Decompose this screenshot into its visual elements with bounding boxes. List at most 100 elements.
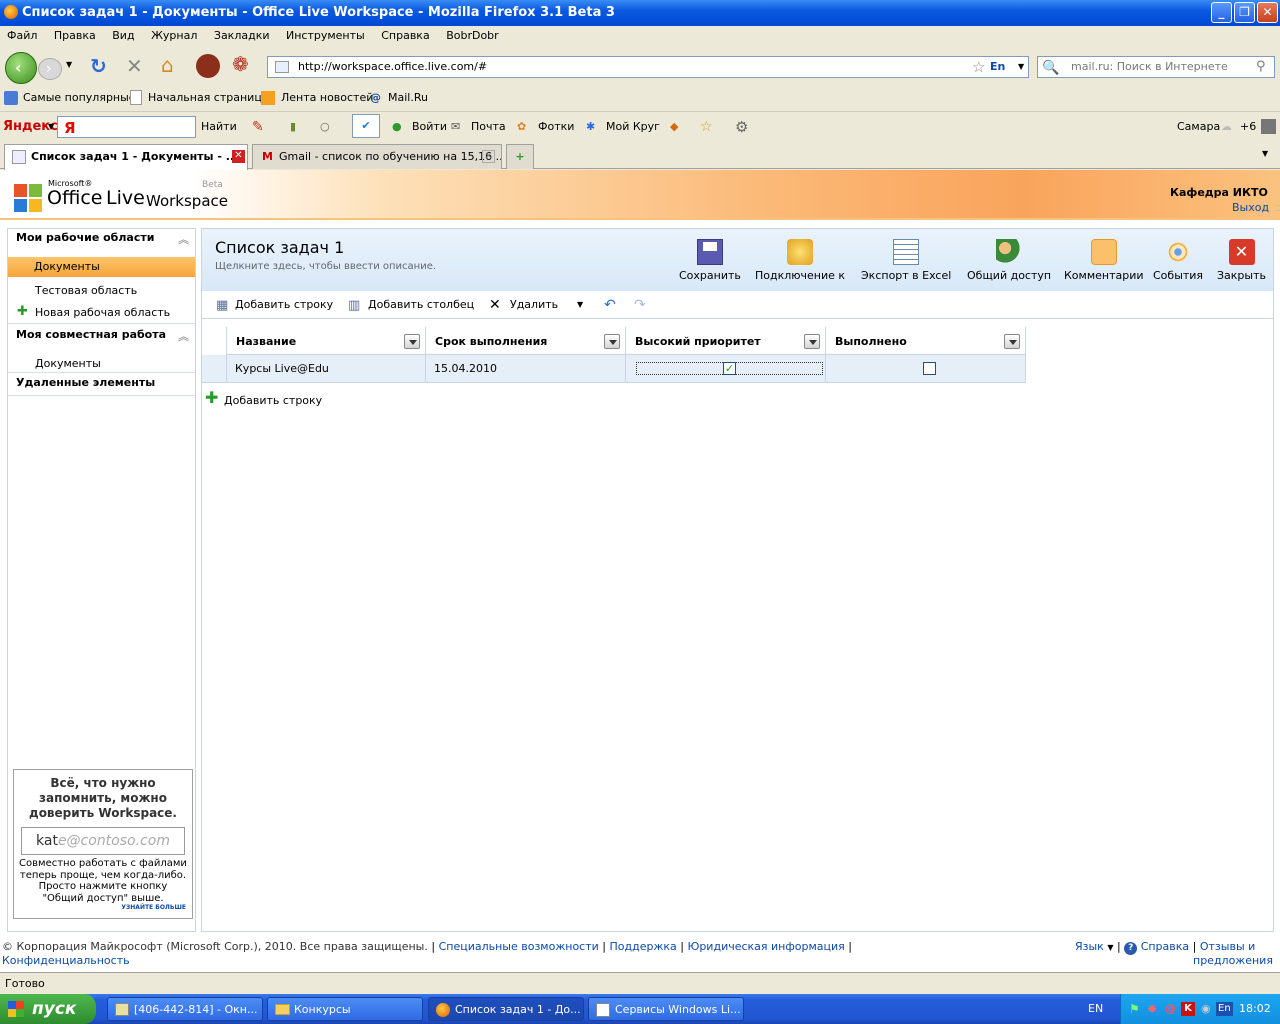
column-menu-icon[interactable] — [804, 334, 820, 349]
events-button[interactable]: События — [1153, 239, 1203, 282]
bookmark-most-visited[interactable]: Самые популярные — [23, 86, 136, 110]
tray-volume-icon[interactable]: ◉ — [1201, 994, 1211, 1024]
tray-network-icon[interactable]: ⚑ — [1129, 994, 1140, 1024]
toolbar-menu-icon[interactable] — [1261, 119, 1276, 134]
row-selector[interactable] — [202, 355, 226, 383]
cell-due-date[interactable]: 15.04.2010 — [426, 355, 626, 383]
close-window-button[interactable]: ✕ — [1257, 2, 1278, 23]
document-description[interactable]: Щелкните здесь, чтобы ввести описание. — [215, 261, 436, 272]
collapse-icon[interactable]: ︽ — [178, 328, 189, 344]
comments-button[interactable]: Комментарии — [1064, 239, 1144, 282]
spellcheck-icon[interactable]: ✔ — [352, 114, 380, 138]
taskbar-item-firefox[interactable]: Список задач 1 - До... — [428, 997, 584, 1021]
tray-mailru-icon[interactable]: @ — [1165, 994, 1176, 1024]
column-menu-icon[interactable] — [604, 334, 620, 349]
language-link[interactable]: Язык — [1075, 940, 1104, 953]
language-dropdown-icon[interactable]: ▼ — [1107, 943, 1113, 952]
section-deleted-items[interactable]: Удаленные элементы — [16, 376, 155, 389]
help-link[interactable]: Справка — [1141, 940, 1189, 953]
stop-icon[interactable]: ✕ — [126, 54, 143, 78]
input-language[interactable]: EN — [1088, 1002, 1103, 1015]
tab-close-icon[interactable]: ✕ — [232, 150, 245, 163]
yandex-photos-button[interactable]: Фотки — [538, 112, 574, 142]
language-badge[interactable]: En — [990, 57, 1005, 77]
tray-language-indicator[interactable]: En — [1216, 1002, 1233, 1016]
url-bar[interactable]: http://workspace.office.live.com/# ☆ En … — [267, 56, 1029, 78]
menu-help[interactable]: Справка — [381, 29, 429, 42]
feedback-link[interactable]: Отзывы и — [1200, 940, 1255, 953]
tab-task-list[interactable]: Список задач 1 - Документы - ... ✕ — [4, 144, 248, 170]
taskbar-item-folder[interactable]: Конкурсы — [267, 997, 423, 1021]
tab-list-dropdown-icon[interactable]: ▼ — [1262, 149, 1268, 158]
minimize-button[interactable]: _ — [1211, 2, 1232, 23]
chat-icon[interactable]: ○ — [320, 112, 330, 142]
yandex-circle-button[interactable]: Мой Круг — [606, 112, 660, 142]
yandex-login-button[interactable]: Войти — [412, 112, 447, 142]
section-my-workspaces[interactable]: Мои рабочие области — [16, 231, 154, 244]
delete-dropdown-icon[interactable]: ▼ — [577, 291, 583, 319]
taskbar-item-window1[interactable]: [406-442-814] - Окн... — [107, 997, 263, 1021]
promo-learn-more[interactable]: УЗНАЙТЕ БОЛЬШЕ — [121, 904, 186, 911]
home-icon[interactable]: ⌂ — [161, 53, 174, 77]
menu-tools[interactable]: Инструменты — [286, 29, 365, 42]
menu-history[interactable]: Журнал — [151, 29, 197, 42]
history-dropdown-icon[interactable]: ▼ — [66, 60, 72, 69]
redo-icon[interactable]: ↷ — [634, 291, 646, 319]
document-title[interactable]: Список задач 1 — [215, 238, 344, 257]
bookmark-star-icon[interactable]: ☆ — [972, 57, 985, 77]
done-checkbox[interactable] — [923, 362, 936, 375]
url-dropdown-icon[interactable]: ▼ — [1018, 57, 1024, 77]
bookmark-news[interactable]: Лента новостей — [281, 86, 373, 110]
cell-name[interactable]: Курсы Live@Edu — [226, 355, 426, 383]
reload-icon[interactable]: ↻ — [90, 54, 107, 78]
menu-bookmarks[interactable]: Закладки — [214, 29, 270, 42]
yandex-search-input[interactable]: Я — [57, 116, 196, 138]
connect-button[interactable]: Подключение к — [755, 239, 845, 282]
menu-edit[interactable]: Правка — [54, 29, 96, 42]
bookmark-mailru[interactable]: Mail.Ru — [388, 86, 428, 110]
tab-close-icon[interactable]: ✕ — [482, 150, 495, 163]
favorites-star-icon[interactable]: ☆ — [700, 112, 713, 142]
search-go-icon[interactable]: ⚲ — [1256, 57, 1266, 77]
new-tab-button[interactable]: + — [506, 144, 534, 169]
column-menu-icon[interactable] — [404, 334, 420, 349]
add-row-button[interactable]: Добавить строку — [235, 291, 333, 319]
high-priority-checkbox[interactable]: ✓ — [723, 362, 736, 375]
nav-item-shared-documents[interactable]: Документы — [35, 357, 101, 370]
search-engine-icon[interactable]: 🔍 — [1042, 58, 1059, 78]
add-column-button[interactable]: Добавить столбец — [368, 291, 474, 319]
yandex-dropdown-icon[interactable]: ▼ — [48, 112, 54, 142]
tab-gmail[interactable]: M Gmail - список по обучению на 15,16 ..… — [252, 144, 502, 169]
export-excel-button[interactable]: Экспорт в Excel — [861, 239, 951, 282]
column-header-due-date[interactable]: Срок выполнения — [426, 327, 626, 355]
menu-file[interactable]: Файл — [7, 29, 37, 42]
people-icon[interactable]: ◆ — [670, 112, 678, 142]
forward-button[interactable]: › — [38, 58, 62, 80]
save-button[interactable]: Сохранить — [679, 239, 741, 282]
yandex-find-button[interactable]: Найти — [201, 112, 237, 142]
pencil-icon[interactable]: ✎ — [252, 112, 264, 142]
bookmark-start-page[interactable]: Начальная страница — [148, 86, 269, 110]
privacy-link[interactable]: Конфиденциальность — [2, 954, 130, 968]
accessibility-link[interactable]: Специальные возможности — [439, 940, 599, 953]
weather-city[interactable]: Самара — [1177, 112, 1220, 142]
taskbar-item-windows-live[interactable]: Сервисы Windows Li... — [588, 997, 744, 1021]
settings-gear-icon[interactable]: ⚙ — [735, 112, 748, 142]
legal-link[interactable]: Юридическая информация — [687, 940, 844, 953]
close-button[interactable]: ✕ Закрыть — [1217, 239, 1266, 282]
column-menu-icon[interactable] — [1004, 334, 1020, 349]
nav-item-test-area[interactable]: Тестовая область — [35, 284, 137, 297]
logout-link[interactable]: Выход — [1232, 201, 1269, 214]
share-button[interactable]: Общий доступ — [967, 239, 1051, 282]
tray-antivirus-icon[interactable]: ✸ — [1147, 994, 1157, 1024]
maximize-button[interactable]: ❐ — [1234, 2, 1255, 23]
column-header-name[interactable]: Название — [226, 327, 426, 355]
cell-high-priority[interactable]: ✓ — [626, 355, 826, 383]
menu-view[interactable]: Вид — [112, 29, 134, 42]
column-header-done[interactable]: Выполнено — [826, 327, 1026, 355]
collapse-icon[interactable]: ︽ — [178, 231, 189, 247]
new-workspace-link[interactable]: Новая рабочая область — [35, 306, 170, 319]
feedback-link-continued[interactable]: предложения — [1193, 954, 1273, 968]
section-shared-work[interactable]: Моя совместная работа — [16, 328, 166, 341]
paw-icon[interactable]: ❁ — [232, 52, 249, 76]
